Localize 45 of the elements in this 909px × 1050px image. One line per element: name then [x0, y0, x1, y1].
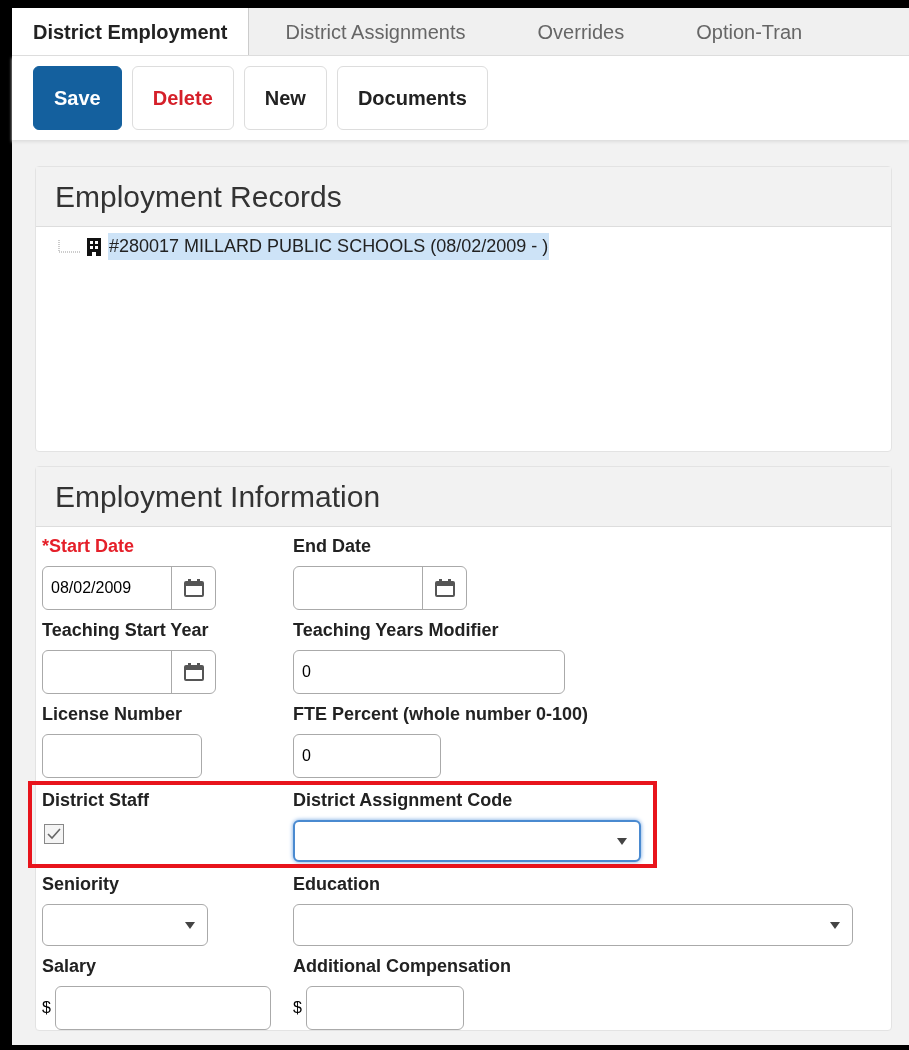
caret-icon [617, 837, 627, 845]
date-field[interactable]: 08/02/2009 [42, 566, 216, 610]
calendar-icon [183, 663, 204, 681]
field-label: District Staff [42, 789, 150, 812]
field-label: Teaching Years Modifier [293, 619, 500, 642]
text-field[interactable]: 0 [293, 650, 565, 694]
dropdown[interactable] [293, 820, 641, 862]
toolbar-button[interactable]: Save [33, 66, 122, 130]
date-field[interactable] [293, 566, 467, 610]
tab[interactable]: District Employment [12, 8, 250, 55]
tree-connector-icon [58, 239, 80, 254]
field-label: FTE Percent (whole number 0-100) [293, 703, 589, 726]
panel-title: Employment Information [55, 479, 381, 515]
field-label: Salary [42, 955, 98, 978]
caret-icon [185, 921, 195, 929]
tab[interactable]: District Assignments [249, 8, 502, 55]
currency-field[interactable] [54, 986, 271, 1030]
building-icon [86, 237, 102, 256]
checkbox[interactable] [44, 824, 64, 844]
field-label: Teaching Start Year [42, 619, 210, 642]
date-value: 08/02/2009 [51, 578, 132, 598]
tab[interactable]: Option-Tran [660, 8, 839, 55]
field-label: District Assignment Code [293, 789, 514, 812]
check-icon [47, 828, 61, 840]
field-label: *Start Date [42, 535, 136, 558]
tree-item[interactable]: #280017 MILLARD PUBLIC SCHOOLS (08/02/2009 - ) [108, 233, 550, 260]
calendar-icon [434, 579, 455, 597]
caret-icon [830, 921, 840, 929]
panel-title: Employment Records [55, 179, 342, 215]
text-field[interactable] [42, 734, 202, 778]
currency-symbol: $ [42, 998, 51, 1018]
text-field[interactable]: 0 [293, 734, 441, 778]
field-label: Education [293, 873, 381, 896]
tab[interactable]: Overrides [501, 8, 661, 55]
toolbar-button[interactable]: Documents [336, 66, 488, 130]
toolbar-button[interactable]: Delete [131, 66, 234, 130]
currency-field[interactable] [305, 986, 464, 1030]
date-field[interactable] [42, 650, 216, 694]
field-label: End Date [293, 535, 372, 558]
field-label: Seniority [42, 873, 121, 896]
field-label: Additional Compensation [293, 955, 511, 978]
toolbar-button[interactable]: New [243, 66, 327, 130]
currency-symbol: $ [293, 998, 302, 1018]
calendar-icon [183, 579, 204, 597]
field-label: License Number [42, 703, 184, 726]
